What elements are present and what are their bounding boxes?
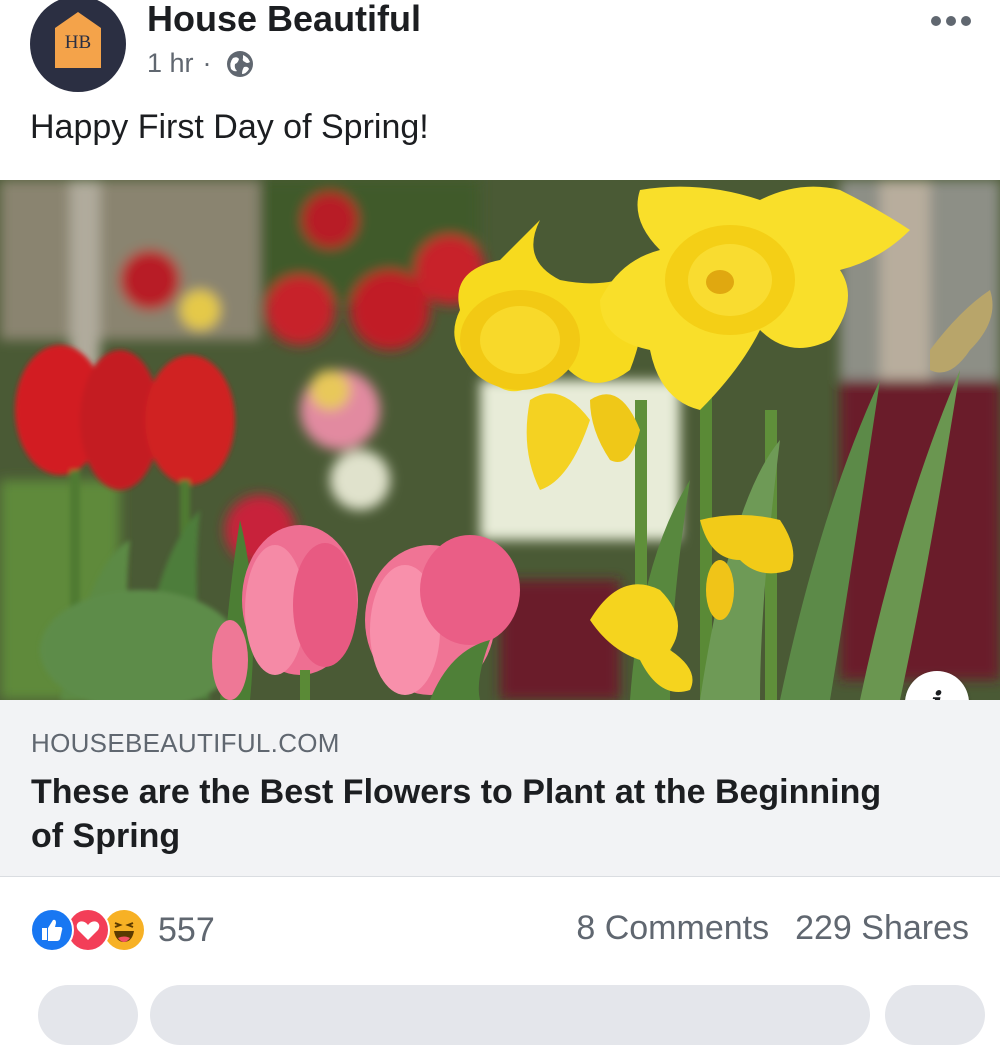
like-icon [30,908,74,952]
shares-count[interactable]: 229 Shares [795,909,969,948]
reaction-summary[interactable]: 557 [30,905,215,955]
more-options-icon[interactable] [930,14,972,28]
flower-photo [0,180,1000,700]
engagement-stats: 8 Comments 229 Shares [576,909,969,948]
action-button-left[interactable] [38,985,138,1045]
globe-icon[interactable] [225,49,255,79]
reaction-count[interactable]: 557 [158,911,215,950]
action-button-middle[interactable] [150,985,870,1045]
post-meta: 1 hr · [147,48,255,79]
page-name[interactable]: House Beautiful [147,0,421,40]
post-header: HB House Beautiful 1 hr · [0,0,1000,110]
action-button-right[interactable] [885,985,985,1045]
meta-separator: · [202,48,212,78]
post-image[interactable] [0,180,1000,700]
link-title[interactable]: These are the Best Flowers to Plant at t… [31,770,911,858]
comments-count[interactable]: 8 Comments [576,909,769,948]
link-preview[interactable]: HOUSEBEAUTIFUL.COM These are the Best Fl… [0,700,1000,877]
post-caption: Happy First Day of Spring! [30,108,429,146]
post-time[interactable]: 1 hr [147,48,194,79]
page-avatar[interactable]: HB [30,0,126,92]
avatar-monogram: HB [64,32,92,53]
link-domain: HOUSEBEAUTIFUL.COM [31,728,340,758]
